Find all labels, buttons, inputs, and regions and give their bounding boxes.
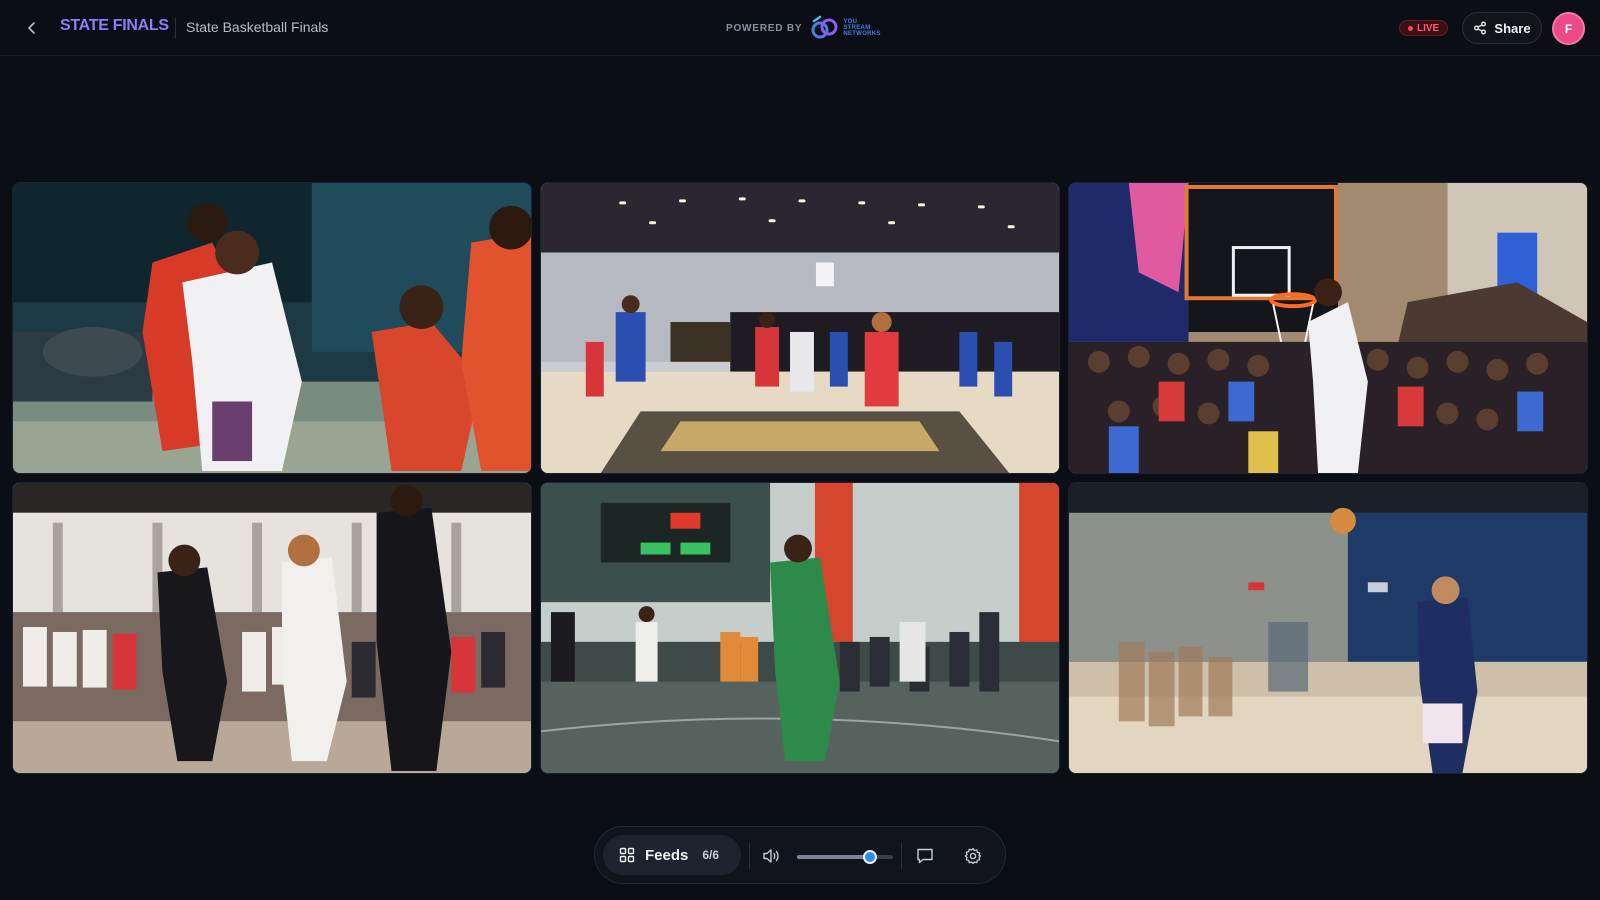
feeds-count: 6/6 (702, 848, 720, 862)
video-feed-4[interactable] (12, 482, 532, 774)
share-label: Share (1494, 20, 1531, 36)
chat-icon (917, 848, 933, 864)
network-logo-icon (811, 15, 838, 39)
volume-slider[interactable] (797, 850, 893, 864)
video-feed-6[interactable] (1068, 482, 1588, 774)
settings-button[interactable] (961, 844, 985, 868)
volume-slider-fill (797, 855, 870, 859)
feed-2-scene (541, 183, 1059, 473)
video-feed-2[interactable] (540, 182, 1060, 474)
share-icon (1474, 21, 1487, 35)
network-logo: YOU STREAM NETWORKS (810, 15, 880, 41)
feed-4-scene (13, 483, 531, 773)
control-divider (901, 843, 902, 869)
video-feed-5[interactable] (540, 482, 1060, 774)
control-divider (749, 843, 750, 869)
settings-icon (964, 847, 982, 865)
live-dot-icon (1408, 25, 1413, 31)
powered-by-label: POWERED BY (726, 22, 803, 34)
control-bar: Feeds 6/6 (594, 826, 1006, 884)
header-divider (175, 17, 176, 39)
chat-button[interactable] (913, 844, 937, 868)
live-label: LIVE (1417, 22, 1440, 34)
feeds-button[interactable]: Feeds 6/6 (603, 835, 741, 875)
powered-by: POWERED BY YOU STREAM NETWORKS (726, 15, 881, 41)
volume-icon (763, 849, 779, 863)
feed-6-scene (1069, 483, 1587, 773)
network-logo-text: YOU STREAM NETWORKS (843, 19, 881, 37)
video-feed-3[interactable] (1068, 182, 1588, 474)
event-title: State Basketball Finals (186, 19, 329, 35)
back-button[interactable] (20, 16, 44, 40)
volume-slider-thumb[interactable] (862, 850, 877, 864)
grid-icon (619, 847, 635, 863)
chevron-left-icon (28, 22, 35, 34)
avatar[interactable]: F (1552, 12, 1585, 45)
feed-1-scene (13, 183, 531, 473)
brand-title[interactable]: STATE FINALS (60, 17, 169, 35)
volume-button[interactable] (759, 844, 783, 868)
video-feed-1[interactable] (12, 182, 532, 474)
feed-5-scene (541, 483, 1059, 773)
feed-grid (12, 182, 1588, 774)
top-bar: STATE FINALS State Basketball Finals POW… (0, 0, 1600, 56)
feeds-label: Feeds (645, 846, 689, 864)
live-badge: LIVE (1399, 20, 1449, 36)
feed-3-scene (1069, 183, 1587, 473)
share-button[interactable]: Share (1462, 12, 1542, 44)
